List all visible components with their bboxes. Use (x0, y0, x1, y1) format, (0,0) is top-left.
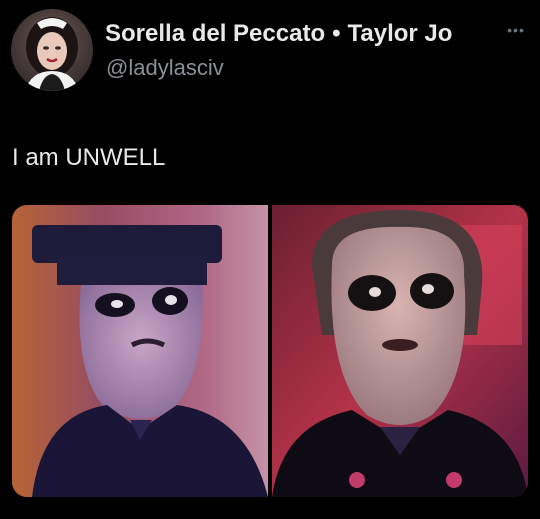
name-separator: • (332, 20, 341, 47)
media-image-right[interactable] (272, 205, 528, 497)
avatar[interactable] (11, 9, 93, 91)
ellipsis-icon[interactable]: ••• (506, 20, 526, 40)
tweet: Sorella del Peccato • Taylor Jo @ladylas… (0, 0, 540, 519)
media-image-left[interactable] (12, 205, 268, 497)
display-name-extra[interactable]: Taylor Jo (348, 20, 453, 48)
display-name[interactable]: Sorella del Peccato (105, 20, 325, 48)
user-handle[interactable]: @ladylasciv (106, 55, 224, 81)
tweet-text: I am UNWELL (12, 144, 166, 171)
name-row: Sorella del Peccato • Taylor Jo (105, 20, 452, 48)
media-grid (12, 205, 528, 497)
